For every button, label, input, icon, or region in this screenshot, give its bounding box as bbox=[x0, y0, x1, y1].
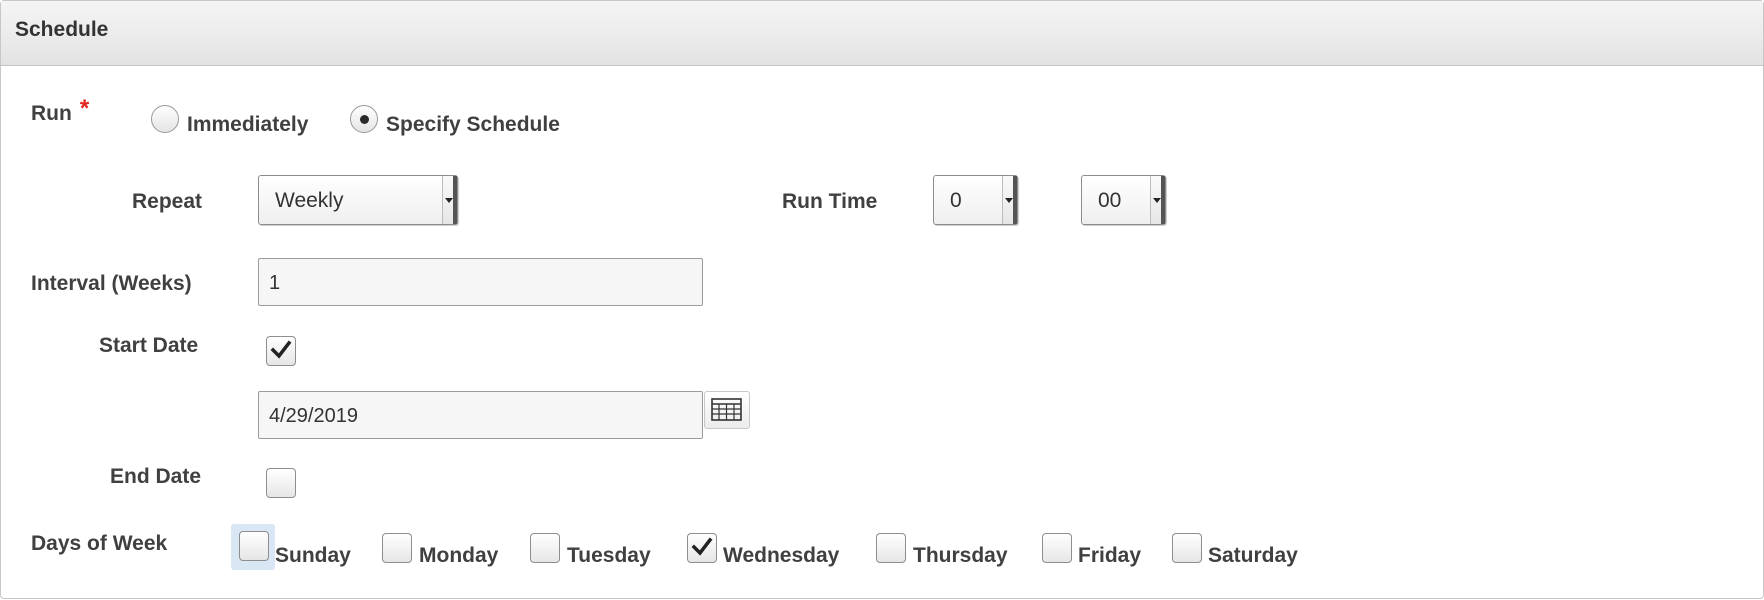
start-date-value: 4/29/2019 bbox=[269, 405, 358, 427]
repeat-value: Weekly bbox=[275, 189, 344, 212]
radio-specify-schedule-label[interactable]: Specify Schedule bbox=[386, 113, 560, 137]
radio-immediately[interactable] bbox=[151, 105, 179, 133]
day-label-saturday[interactable]: Saturday bbox=[1208, 544, 1298, 568]
run-time-minute-select[interactable]: 00 bbox=[1081, 175, 1166, 225]
day-checkbox-monday[interactable] bbox=[382, 533, 412, 563]
checkmark-icon bbox=[691, 537, 713, 556]
repeat-dropdown-button[interactable] bbox=[442, 176, 457, 224]
days-of-week-label: Days of Week bbox=[31, 532, 168, 555]
day-label-friday[interactable]: Friday bbox=[1078, 544, 1141, 568]
chevron-down-icon bbox=[445, 198, 453, 203]
day-checkbox-tuesday[interactable] bbox=[530, 533, 560, 563]
run-time-hour-value: 0 bbox=[950, 189, 962, 212]
run-label: Run * bbox=[31, 95, 90, 125]
interval-value: 1 bbox=[269, 272, 281, 294]
day-checkbox-wednesday[interactable] bbox=[687, 533, 717, 563]
start-date-label: Start Date bbox=[99, 334, 199, 357]
checkmark-icon bbox=[270, 340, 292, 359]
run-time-label: Run Time bbox=[782, 190, 878, 213]
hour-dropdown-button[interactable] bbox=[1002, 176, 1017, 224]
day-label-tuesday[interactable]: Tuesday bbox=[567, 544, 651, 568]
repeat-select[interactable]: Weekly bbox=[258, 175, 458, 225]
panel-header: Schedule bbox=[1, 1, 1763, 66]
repeat-label: Repeat bbox=[132, 190, 203, 213]
end-date-label: End Date bbox=[110, 465, 202, 488]
day-checkbox-thursday[interactable] bbox=[876, 533, 906, 563]
end-date-checkbox[interactable] bbox=[266, 468, 296, 498]
chevron-down-icon bbox=[1153, 198, 1161, 203]
required-marker: * bbox=[79, 95, 90, 122]
chevron-down-icon bbox=[1005, 198, 1013, 203]
calendar-button[interactable] bbox=[704, 391, 750, 429]
interval-label: Interval (Weeks) bbox=[31, 272, 192, 295]
panel-title: Schedule bbox=[15, 18, 109, 41]
day-label-wednesday[interactable]: Wednesday bbox=[723, 544, 839, 568]
day-checkbox-sunday[interactable] bbox=[239, 531, 269, 561]
minute-dropdown-button[interactable] bbox=[1150, 176, 1165, 224]
radio-selected-dot bbox=[360, 115, 369, 124]
radio-specify-schedule[interactable] bbox=[350, 105, 378, 133]
day-label-thursday[interactable]: Thursday bbox=[913, 544, 1008, 568]
run-time-hour-select[interactable]: 0 bbox=[933, 175, 1018, 225]
run-time-minute-value: 00 bbox=[1098, 189, 1122, 212]
day-label-sunday[interactable]: Sunday bbox=[275, 544, 351, 568]
calendar-icon bbox=[711, 398, 742, 421]
day-checkbox-saturday[interactable] bbox=[1172, 533, 1202, 563]
day-label-monday[interactable]: Monday bbox=[419, 544, 498, 568]
day-checkbox-friday[interactable] bbox=[1042, 533, 1072, 563]
start-date-checkbox[interactable] bbox=[266, 336, 296, 366]
schedule-panel: Schedule Run * Immediately Specify Schedu… bbox=[0, 0, 1764, 599]
start-date-input[interactable]: 4/29/2019 bbox=[258, 391, 703, 439]
radio-immediately-label[interactable]: Immediately bbox=[187, 113, 308, 137]
interval-input[interactable]: 1 bbox=[258, 258, 703, 306]
